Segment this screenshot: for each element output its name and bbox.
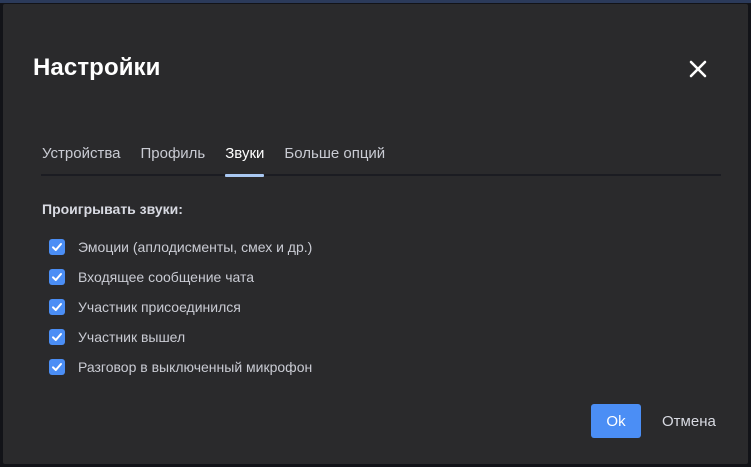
checkmark-icon <box>52 273 62 281</box>
backdrop-edge <box>0 0 751 3</box>
option-participant-joined[interactable]: Участник присоединился <box>49 292 312 322</box>
checkbox-checked[interactable] <box>49 359 65 375</box>
checkbox-checked[interactable] <box>49 329 65 345</box>
checkmark-icon <box>52 363 62 371</box>
option-talking-while-muted[interactable]: Разговор в выключенный микрофон <box>49 352 312 382</box>
tab-devices[interactable]: Устройства <box>42 142 120 174</box>
close-button[interactable] <box>683 54 713 84</box>
option-label: Разговор в выключенный микрофон <box>78 359 313 375</box>
checkmark-icon <box>52 243 62 251</box>
dialog-title: Настройки <box>33 54 161 81</box>
checkmark-icon <box>52 333 62 341</box>
close-icon <box>689 60 707 78</box>
tab-bar: Устройства Профиль Звуки Больше опций <box>41 142 721 177</box>
option-label: Входящее сообщение чата <box>78 269 255 285</box>
ok-button[interactable]: Ok <box>591 404 641 438</box>
checkbox-checked[interactable] <box>49 239 65 255</box>
tab-profile[interactable]: Профиль <box>140 142 205 174</box>
settings-dialog: Настройки Устройства Профиль Звуки Больш… <box>3 4 748 464</box>
checkbox-checked[interactable] <box>49 299 65 315</box>
tab-sounds[interactable]: Звуки <box>225 142 265 177</box>
option-chat-message[interactable]: Входящее сообщение чата <box>49 262 312 292</box>
option-label: Участник вышел <box>78 329 186 345</box>
sound-options-list: Эмоции (аплодисменты, смех и др.) Входящ… <box>49 232 312 382</box>
checkmark-icon <box>52 303 62 311</box>
option-label: Участник присоединился <box>78 299 241 315</box>
option-emotions[interactable]: Эмоции (аплодисменты, смех и др.) <box>49 232 312 262</box>
option-participant-left[interactable]: Участник вышел <box>49 322 312 352</box>
play-sounds-label: Проигрывать звуки: <box>42 201 183 217</box>
checkbox-checked[interactable] <box>49 269 65 285</box>
cancel-button[interactable]: Отмена <box>654 404 724 438</box>
tab-more-options[interactable]: Больше опций <box>284 142 385 174</box>
option-label: Эмоции (аплодисменты, смех и др.) <box>78 239 313 255</box>
